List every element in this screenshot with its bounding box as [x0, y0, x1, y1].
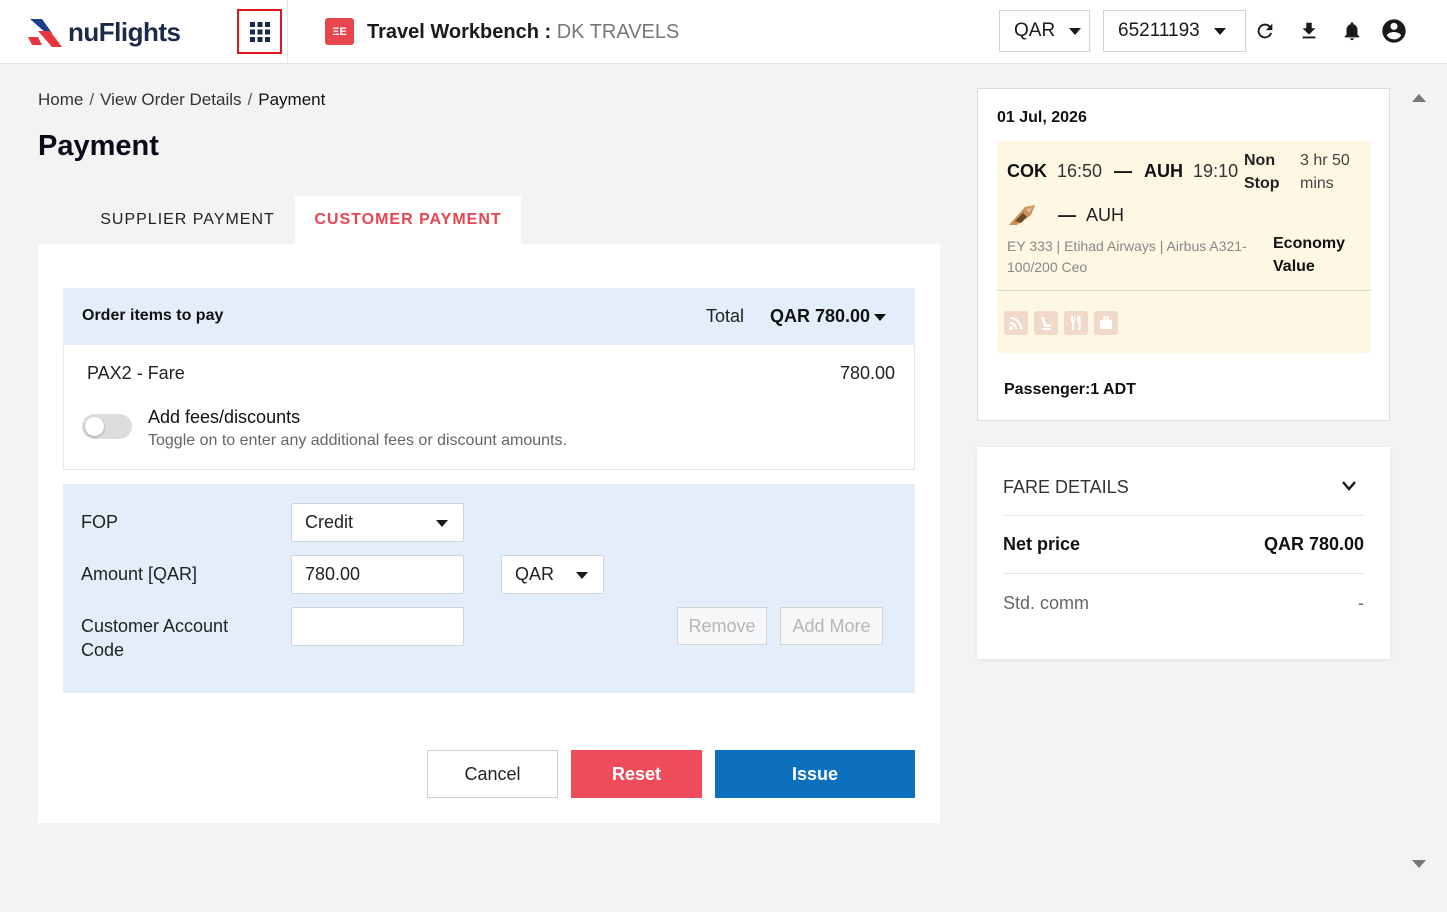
account-select-value: 65211193	[1118, 20, 1200, 41]
grid-icon	[249, 21, 270, 42]
page-scrollbar[interactable]	[1409, 88, 1429, 878]
caret-down-icon	[576, 572, 588, 579]
nuflights-logo-icon	[28, 19, 62, 47]
remove-button[interactable]: Remove	[677, 607, 767, 645]
meal-icon	[1064, 311, 1088, 335]
scroll-up-icon[interactable]	[1412, 94, 1426, 102]
chevron-down-icon[interactable]	[1341, 480, 1357, 492]
brand-logo[interactable]: nuFlights	[28, 12, 181, 52]
via-airport: — AUH	[1058, 205, 1124, 226]
brand-name: nuFlights	[68, 16, 181, 47]
app-title: Travel Workbench : DK TRAVELS	[367, 21, 679, 44]
customer-account-label: Customer Account Code	[81, 616, 229, 660]
order-items-body: PAX2 - Fare 780.00 Add fees/discounts To…	[63, 345, 915, 470]
form-of-payment-panel: FOP Credit Amount [QAR] 780.00 QAR Custo…	[63, 484, 915, 693]
user-account-icon[interactable]	[1379, 16, 1409, 46]
fees-title: Add fees/discounts	[148, 407, 301, 427]
via-dash: —	[1058, 205, 1076, 225]
caret-down-icon[interactable]	[874, 314, 886, 321]
order-items-header: Order items to pay Total QAR 780.00	[63, 288, 915, 345]
amount-currency-value: QAR	[515, 564, 555, 584]
flight-duration: 3 hr 50 mins	[1300, 152, 1350, 192]
fop-label: FOP	[81, 512, 119, 532]
amount-label: Amount [QAR]	[81, 564, 198, 584]
fare-details-card: FARE DETAILS Net price QAR 780.00 Std. c…	[977, 447, 1390, 659]
app-launcher-button[interactable]	[237, 9, 282, 54]
baggage-icon	[1094, 311, 1118, 335]
amount-input-value: 780.00	[305, 564, 361, 584]
seat-icon	[1034, 311, 1058, 335]
top-bar: nuFlights ΞE Travel Workbench : DK TRAVE…	[0, 0, 1447, 64]
order-items-title: Order items to pay	[82, 307, 224, 324]
std-comm-label: Std. comm	[1003, 593, 1090, 613]
stops-info: Non Stop	[1244, 152, 1280, 192]
workbench-icon-text: ΞE	[332, 25, 347, 38]
tab-customer-payment[interactable]: CUSTOMER PAYMENT	[295, 196, 521, 244]
add-more-button[interactable]: Add More	[780, 607, 883, 645]
issue-button[interactable]: Issue	[715, 750, 915, 798]
currency-select-value: QAR	[1014, 20, 1056, 41]
breadcrumb-separator: /	[89, 90, 95, 109]
total-value[interactable]: QAR 780.00	[770, 306, 870, 327]
cabin-class: Economy Value	[1273, 235, 1346, 275]
account-select[interactable]: 65211193	[1103, 10, 1246, 52]
fop-select[interactable]: Credit	[291, 503, 464, 542]
wifi-icon	[1004, 311, 1028, 335]
fop-select-value: Credit	[305, 512, 354, 532]
fare-divider	[1003, 573, 1364, 574]
net-price-label: Net price	[1003, 534, 1081, 554]
breadcrumb-separator: /	[247, 90, 253, 109]
caret-down-icon	[1069, 27, 1082, 35]
app-title-text: Travel Workbench :	[367, 21, 552, 43]
caret-down-icon	[1213, 27, 1226, 35]
customer-account-input[interactable]	[291, 607, 464, 646]
currency-select[interactable]: QAR	[999, 10, 1090, 52]
toggle-knob	[85, 417, 104, 436]
segment-divider	[997, 290, 1371, 291]
fare-divider	[1003, 515, 1364, 516]
breadcrumb-home[interactable]: Home	[38, 90, 83, 109]
flight-details-text: EY 333 | Etihad Airways | Airbus A321-10…	[1007, 238, 1247, 275]
flight-date: 01 Jul, 2026	[997, 109, 1087, 126]
caret-down-icon	[436, 520, 448, 527]
reset-button[interactable]: Reset	[571, 750, 702, 798]
destination-code: AUH	[1144, 161, 1184, 181]
net-price-value: QAR 780.00	[1263, 534, 1364, 554]
via-code: AUH	[1086, 205, 1125, 225]
total-label: Total	[706, 306, 745, 326]
bell-icon[interactable]	[1337, 16, 1367, 46]
fare-details-title[interactable]: FARE DETAILS	[1003, 477, 1129, 498]
passenger-count: Passenger:1 ADT	[1004, 381, 1136, 398]
route-dash: —	[1114, 161, 1133, 181]
departure-time: 16:50	[1057, 161, 1103, 181]
cancel-button[interactable]: Cancel	[427, 750, 558, 798]
std-comm-value: -	[1358, 593, 1364, 613]
scroll-down-icon[interactable]	[1412, 860, 1426, 868]
flight-summary-card: 01 Jul, 2026 COK 16:50 — AUH 19:10 Non S…	[977, 88, 1390, 421]
customer-payment-panel: Order items to pay Total QAR 780.00 PAX2…	[38, 244, 940, 823]
pax-fare-amount: 780.00	[839, 363, 895, 383]
arrival-time: 19:10	[1193, 161, 1239, 181]
refresh-icon[interactable]	[1250, 16, 1280, 46]
origin-code: COK	[1007, 161, 1047, 181]
breadcrumb: Home / View Order Details / Payment	[38, 90, 325, 110]
header-divider	[287, 0, 288, 64]
etihad-airline-logo-icon	[1009, 205, 1035, 225]
fees-subtitle: Toggle on to enter any additional fees o…	[148, 432, 567, 449]
breadcrumb-current: Payment	[258, 90, 326, 109]
download-icon[interactable]	[1294, 16, 1324, 46]
tab-supplier-payment[interactable]: SUPPLIER PAYMENT	[90, 196, 285, 244]
amount-input[interactable]: 780.00	[291, 555, 464, 594]
page-title: Payment	[38, 130, 159, 162]
fees-toggle[interactable]	[82, 414, 132, 439]
workbench-icon: ΞE	[325, 18, 354, 45]
pax-fare-label: PAX2 - Fare	[87, 363, 185, 383]
agency-name: DK TRAVELS	[556, 21, 680, 43]
flight-segment: COK 16:50 — AUH 19:10 Non Stop 3 hr 50 m…	[997, 141, 1371, 353]
amount-currency-select[interactable]: QAR	[501, 555, 604, 594]
breadcrumb-view-order[interactable]: View Order Details	[100, 90, 241, 109]
flight-route: COK 16:50 — AUH 19:10	[1007, 161, 1238, 182]
